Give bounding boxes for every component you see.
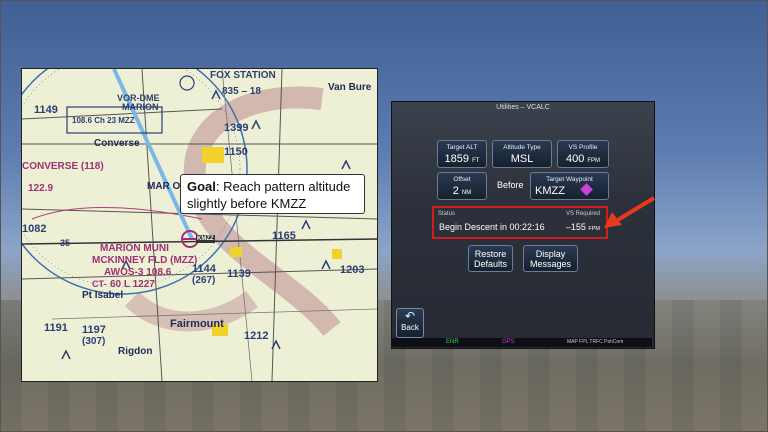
- image-frame: [0, 0, 768, 432]
